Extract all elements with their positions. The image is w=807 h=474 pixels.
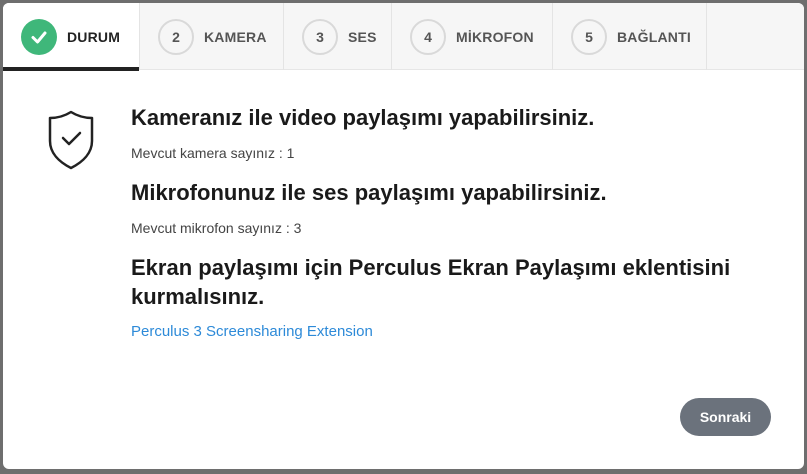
- tab-ses[interactable]: 3 SES: [284, 3, 392, 70]
- step-number: 4: [410, 18, 446, 55]
- tab-label: MİKROFON: [456, 28, 534, 45]
- tab-label: BAĞLANTI: [617, 28, 691, 45]
- step-number: 5: [571, 18, 607, 55]
- mic-count: Mevcut mikrofon sayınız : 3: [131, 220, 302, 236]
- tab-label: DURUM: [67, 28, 121, 45]
- next-button[interactable]: Sonraki: [680, 398, 771, 436]
- camera-heading: Kameranız ile video paylaşımı yapabilirs…: [131, 105, 595, 130]
- extension-link[interactable]: Perculus 3 Screensharing Extension: [131, 323, 373, 340]
- camera-section: Kameranız ile video paylaşımı yapabilirs…: [131, 103, 781, 162]
- shield-check-icon: [47, 109, 95, 171]
- step-tabs: DURUM 2 KAMERA 3 SES 4 MİKROFON 5 BAĞLAN…: [3, 3, 804, 71]
- screen-heading: Ekran paylaşımı için Perculus Ekran Payl…: [131, 255, 731, 309]
- step-number: 3: [302, 18, 338, 55]
- tab-baglanti[interactable]: 5 BAĞLANTI: [553, 3, 707, 70]
- setup-dialog: DURUM 2 KAMERA 3 SES 4 MİKROFON 5 BAĞLAN…: [3, 3, 804, 469]
- camera-count: Mevcut kamera sayınız : 1: [131, 145, 295, 161]
- step-number: 2: [158, 18, 194, 55]
- screen-section: Ekran paylaşımı için Perculus Ekran Payl…: [131, 253, 781, 341]
- mic-section: Mikrofonunuz ile ses paylaşımı yapabilir…: [131, 178, 781, 237]
- check-icon: [21, 18, 57, 55]
- tab-label: KAMERA: [204, 28, 267, 45]
- tab-mikrofon[interactable]: 4 MİKROFON: [392, 3, 553, 70]
- mic-heading: Mikrofonunuz ile ses paylaşımı yapabilir…: [131, 180, 607, 205]
- tab-durum[interactable]: DURUM: [3, 3, 140, 71]
- status-content: Kameranız ile video paylaşımı yapabilirs…: [131, 103, 781, 357]
- tab-kamera[interactable]: 2 KAMERA: [140, 3, 284, 70]
- tab-label: SES: [348, 28, 377, 45]
